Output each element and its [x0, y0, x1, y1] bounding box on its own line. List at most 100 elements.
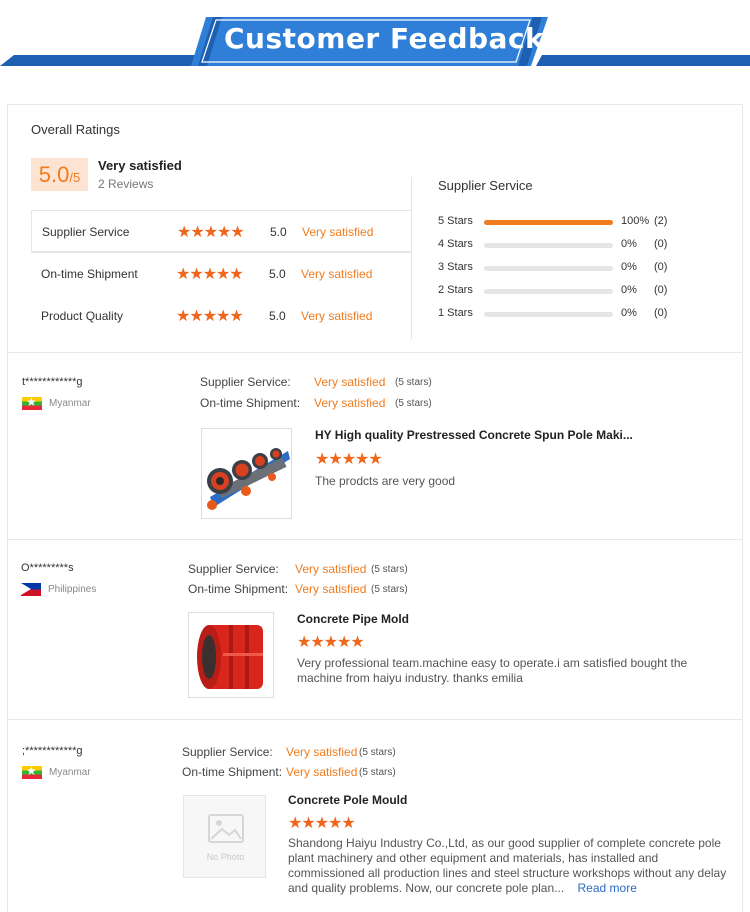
star-breakdown-row[interactable]: 1 Stars 0% (0)	[438, 306, 718, 322]
star-level-label: 4 Stars	[438, 238, 473, 250]
star-rating-icon: ★★★★★	[297, 634, 365, 651]
star-breakdown-row[interactable]: 3 Stars 0% (0)	[438, 260, 718, 276]
supplier-service-value: Very satisfied	[295, 562, 367, 576]
star-rating-icon: ★★★★★	[177, 224, 245, 241]
country-name: Myanmar	[49, 767, 91, 778]
philippines-flag-icon	[21, 583, 41, 596]
count: (2)	[654, 215, 668, 227]
rating-category-name: On-time Shipment	[41, 267, 138, 281]
count: (0)	[654, 284, 668, 296]
reviewer-country: Myanmar	[22, 397, 91, 410]
count: (0)	[654, 238, 668, 250]
myanmar-flag-icon	[22, 766, 42, 779]
star-breakdown-row[interactable]: 5 Stars 100% (2)	[438, 214, 718, 230]
rating-category-name: Supplier Service	[42, 225, 130, 239]
overall-ratings-title: Overall Ratings	[31, 122, 120, 137]
pipe-mold-image	[189, 613, 273, 697]
on-time-shipment-stars: (5 stars)	[359, 767, 396, 778]
product-title[interactable]: Concrete Pole Mould	[288, 793, 407, 807]
star-rating-icon: ★★★★★	[288, 815, 356, 832]
supplier-service-value: Very satisfied	[314, 375, 386, 389]
progress-track	[484, 220, 613, 225]
product-thumbnail-placeholder[interactable]: No Photo	[183, 795, 266, 878]
star-breakdown-row[interactable]: 2 Stars 0% (0)	[438, 283, 718, 299]
star-level-label: 1 Stars	[438, 307, 473, 319]
myanmar-flag-icon	[22, 397, 42, 410]
on-time-shipment-value: Very satisfied	[286, 765, 358, 779]
no-photo-icon	[208, 814, 244, 843]
rating-row-on-time-shipment[interactable]: On-time Shipment ★★★★★ 5.0 Very satisfie…	[31, 252, 412, 294]
progress-track	[484, 312, 613, 317]
overall-score-suffix: /5	[69, 170, 81, 185]
progress-fill	[484, 220, 613, 225]
product-thumbnail[interactable]	[201, 428, 292, 519]
rating-score: 5.0	[269, 309, 286, 323]
rating-score: 5.0	[270, 225, 287, 239]
count: (0)	[654, 261, 668, 273]
review-comment: Very professional team.machine easy to o…	[297, 656, 688, 685]
overall-score: 5.0	[38, 162, 70, 187]
star-level-label: 3 Stars	[438, 261, 473, 273]
read-more-link[interactable]: Read more	[578, 881, 637, 895]
count: (0)	[654, 307, 668, 319]
progress-track	[484, 289, 613, 294]
rating-text: Very satisfied	[302, 225, 374, 239]
rating-row-product-quality[interactable]: Product Quality ★★★★★ 5.0 Very satisfied	[31, 295, 412, 337]
star-level-label: 2 Stars	[438, 284, 473, 296]
supplier-service-stars: (5 stars)	[371, 564, 408, 575]
reviewer-name: O*********s	[21, 562, 74, 574]
supplier-service-value: Very satisfied	[286, 745, 358, 759]
on-time-shipment-label: On-time Shipment:	[188, 582, 289, 596]
rating-score: 5.0	[269, 267, 286, 281]
rating-category-name: Product Quality	[41, 309, 124, 323]
rating-row-supplier-service[interactable]: Supplier Service ★★★★★ 5.0 Very satisfie…	[31, 210, 412, 252]
product-title[interactable]: Concrete Pipe Mold	[297, 612, 409, 626]
on-time-shipment-value: Very satisfied	[295, 582, 367, 596]
no-photo-label: No Photo	[206, 852, 245, 862]
banner-title: Customer Feedback	[224, 22, 545, 55]
reviewer-name: ;************g	[22, 745, 83, 757]
supplier-service-label: Supplier Service:	[182, 745, 273, 759]
on-time-shipment-label: On-time Shipment:	[182, 765, 283, 779]
country-name: Philippines	[48, 584, 97, 595]
percent: 0%	[621, 284, 637, 296]
on-time-shipment-label: On-time Shipment:	[200, 396, 301, 410]
spun-pole-machine-image	[202, 429, 291, 518]
supplier-service-label: Supplier Service:	[200, 375, 291, 389]
overall-label: Very satisfied	[98, 158, 182, 173]
product-title[interactable]: HY High quality Prestressed Concrete Spu…	[315, 428, 633, 442]
star-rating-icon: ★★★★★	[315, 451, 383, 468]
supplier-service-stars: (5 stars)	[359, 747, 396, 758]
on-time-shipment-value: Very satisfied	[314, 396, 386, 410]
ratings-summary: Overall Ratings 5.0/5 Very satisfied 2 R…	[7, 104, 743, 353]
review-comment-text: Shandong Haiyu Industry Co.,Ltd, as our …	[288, 836, 727, 895]
star-rating-icon: ★★★★★	[176, 266, 244, 283]
reviewer-country: Philippines	[21, 583, 96, 596]
product-thumbnail[interactable]	[188, 612, 274, 698]
overall-score-badge: 5.0/5	[31, 158, 88, 191]
supplier-service-breakdown-title: Supplier Service	[438, 178, 533, 193]
percent: 0%	[621, 261, 637, 273]
star-level-label: 5 Stars	[438, 215, 473, 227]
on-time-shipment-stars: (5 stars)	[395, 398, 432, 409]
rating-text: Very satisfied	[301, 267, 373, 281]
star-rating-icon: ★★★★★	[176, 308, 244, 325]
star-breakdown-row[interactable]: 4 Stars 0% (0)	[438, 237, 718, 253]
customer-feedback-banner: Customer Feedback	[0, 0, 750, 80]
supplier-service-label: Supplier Service:	[188, 562, 279, 576]
percent: 100%	[621, 215, 650, 227]
country-name: Myanmar	[49, 398, 91, 409]
review-card: t************g Myanmar Supplier Service:…	[7, 352, 743, 540]
reviews-count: 2 Reviews	[98, 177, 154, 191]
progress-track	[484, 243, 613, 248]
review-comment: The prodcts are very good	[315, 474, 456, 488]
percent: 0%	[621, 238, 637, 250]
review-comment: Shandong Haiyu Industry Co.,Ltd, as our …	[288, 836, 738, 896]
on-time-shipment-stars: (5 stars)	[371, 584, 408, 595]
reviewer-name: t************g	[22, 376, 83, 388]
progress-track	[484, 266, 613, 271]
percent: 0%	[621, 307, 637, 319]
review-card: O*********s Philippines Supplier Service…	[7, 539, 743, 720]
rating-text: Very satisfied	[301, 309, 373, 323]
supplier-service-stars: (5 stars)	[395, 377, 432, 388]
